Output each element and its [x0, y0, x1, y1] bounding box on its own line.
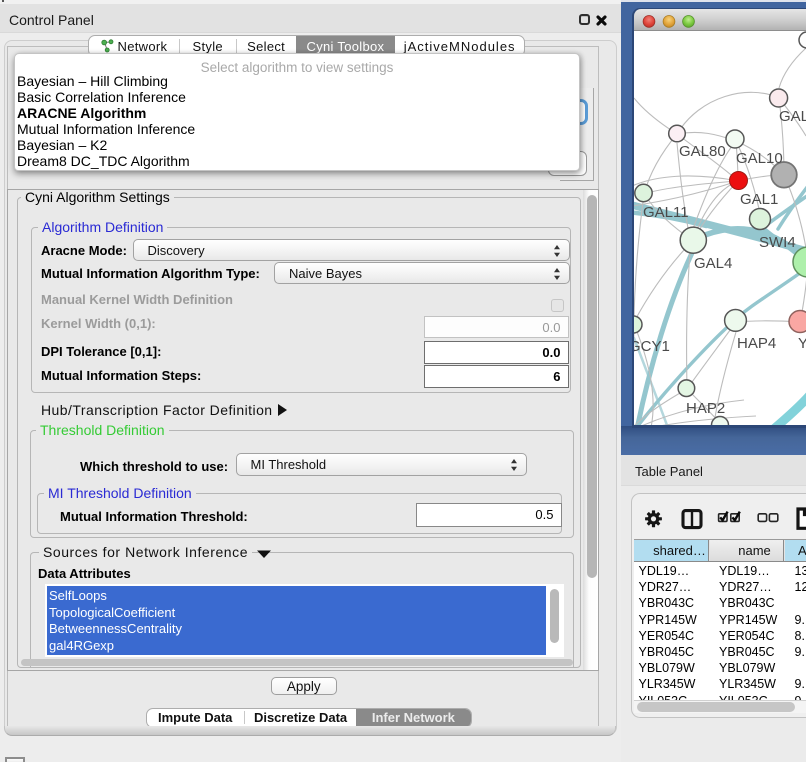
svg-text:GAL80: GAL80 — [679, 143, 726, 160]
svg-text:GAL1: GAL1 — [740, 191, 778, 208]
svg-text:HAP4: HAP4 — [737, 335, 776, 352]
svg-text:GAL10: GAL10 — [736, 150, 783, 167]
svg-text:SWI4: SWI4 — [759, 234, 796, 251]
svg-text:HAP2: HAP2 — [686, 400, 725, 417]
svg-text:GAL7: GAL7 — [779, 108, 806, 125]
svg-text:GAL11: GAL11 — [643, 204, 689, 221]
svg-text:Y: Y — [798, 335, 806, 352]
svg-text:GCY1: GCY1 — [634, 338, 670, 355]
svg-text:GAL4: GAL4 — [694, 255, 732, 272]
